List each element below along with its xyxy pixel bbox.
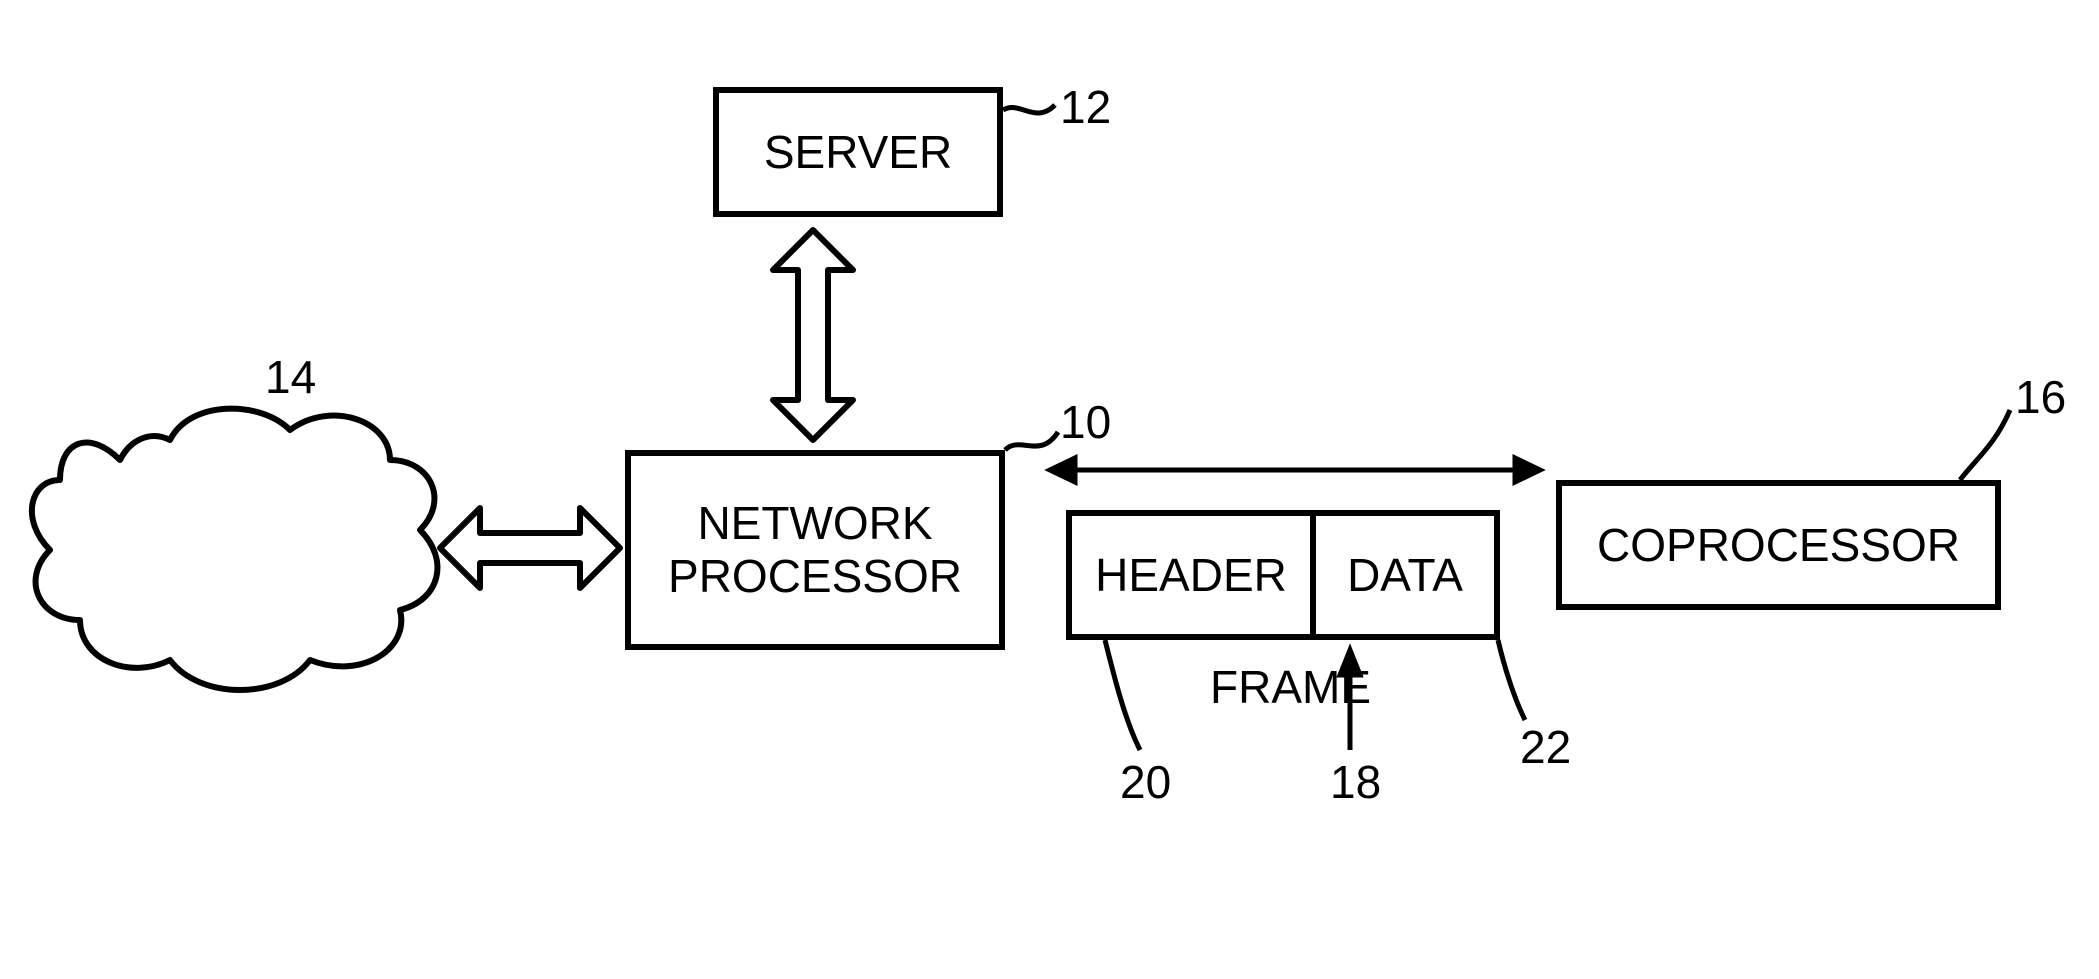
ref-12: 12 <box>1060 80 1111 134</box>
ref-22: 22 <box>1520 720 1571 774</box>
leader-12 <box>1003 105 1055 113</box>
network-processor-block: NETWORK PROCESSOR <box>625 450 1005 650</box>
ref-10: 10 <box>1060 395 1111 449</box>
network-processor-label: NETWORK PROCESSOR <box>668 497 962 603</box>
header-label: HEADER <box>1095 549 1287 602</box>
server-block: SERVER <box>713 87 1003 217</box>
coprocessor-label: COPROCESSOR <box>1597 519 1960 572</box>
arrow-processor-to-coprocessor <box>1050 458 1540 482</box>
header-block: HEADER <box>1066 510 1316 640</box>
frame-label: FRAME <box>1210 660 1371 714</box>
leader-10 <box>1005 432 1058 450</box>
data-block: DATA <box>1310 510 1500 640</box>
arrow-network-to-processor <box>440 508 620 588</box>
arrow-server-to-processor <box>773 230 853 440</box>
coprocessor-block: COPROCESSOR <box>1556 480 2001 610</box>
diagram-stage: SERVER NETWORK PROCESSOR HEADER DATA COP… <box>0 0 2099 979</box>
ref-14: 14 <box>265 350 316 404</box>
leader-20 <box>1105 640 1140 750</box>
ref-18: 18 <box>1330 755 1381 809</box>
network-label: NETWORK <box>120 520 355 574</box>
server-label: SERVER <box>764 126 952 179</box>
leader-22 <box>1498 640 1525 720</box>
ref-20: 20 <box>1120 755 1171 809</box>
data-label: DATA <box>1347 549 1463 602</box>
ref-16: 16 <box>2015 370 2066 424</box>
leader-16 <box>1960 410 2010 480</box>
